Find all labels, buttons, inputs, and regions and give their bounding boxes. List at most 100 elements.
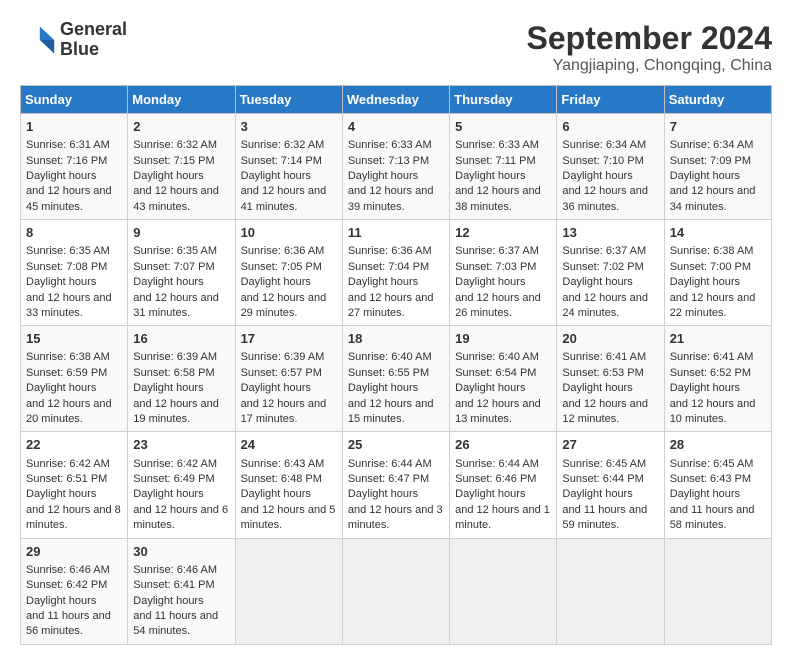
- sunrise-text: Sunrise: 6:36 AM: [348, 245, 432, 257]
- day-number: 30: [133, 543, 229, 561]
- calendar-cell: 1 Sunrise: 6:31 AM Sunset: 7:16 PM Dayli…: [21, 114, 128, 220]
- sunrise-text: Sunrise: 6:44 AM: [455, 458, 539, 470]
- daylight-label: Daylight hours: [562, 276, 632, 288]
- calendar-cell: 21 Sunrise: 6:41 AM Sunset: 6:52 PM Dayl…: [664, 326, 771, 432]
- calendar-cell: 18 Sunrise: 6:40 AM Sunset: 6:55 PM Dayl…: [342, 326, 449, 432]
- calendar-cell: 27 Sunrise: 6:45 AM Sunset: 6:44 PM Dayl…: [557, 432, 664, 538]
- day-number: 6: [562, 118, 658, 136]
- sunset-text: Sunset: 7:16 PM: [26, 155, 107, 167]
- day-number: 4: [348, 118, 444, 136]
- sunset-text: Sunset: 7:09 PM: [670, 155, 751, 167]
- sunrise-text: Sunrise: 6:35 AM: [26, 245, 110, 257]
- sunset-text: Sunset: 7:14 PM: [241, 155, 322, 167]
- calendar-cell: [664, 538, 771, 644]
- day-number: 11: [348, 224, 444, 242]
- daylight-duration: and 12 hours and 20 minutes.: [26, 398, 112, 425]
- calendar-week-row: 22 Sunrise: 6:42 AM Sunset: 6:51 PM Dayl…: [21, 432, 772, 538]
- daylight-duration: and 12 hours and 26 minutes.: [455, 292, 541, 319]
- day-number: 1: [26, 118, 122, 136]
- daylight-duration: and 11 hours and 59 minutes.: [562, 504, 647, 531]
- sunrise-text: Sunrise: 6:39 AM: [241, 351, 325, 363]
- day-number: 28: [670, 436, 766, 454]
- calendar-cell: 22 Sunrise: 6:42 AM Sunset: 6:51 PM Dayl…: [21, 432, 128, 538]
- calendar-cell: 26 Sunrise: 6:44 AM Sunset: 6:46 PM Dayl…: [450, 432, 557, 538]
- sunrise-text: Sunrise: 6:45 AM: [670, 458, 754, 470]
- daylight-label: Daylight hours: [26, 170, 96, 182]
- month-title: September 2024: [527, 20, 772, 57]
- calendar-cell: 28 Sunrise: 6:45 AM Sunset: 6:43 PM Dayl…: [664, 432, 771, 538]
- daylight-label: Daylight hours: [133, 170, 203, 182]
- sunset-text: Sunset: 6:57 PM: [241, 367, 322, 379]
- sunset-text: Sunset: 6:43 PM: [670, 473, 751, 485]
- calendar-cell: 9 Sunrise: 6:35 AM Sunset: 7:07 PM Dayli…: [128, 220, 235, 326]
- sunrise-text: Sunrise: 6:36 AM: [241, 245, 325, 257]
- sunrise-text: Sunrise: 6:38 AM: [670, 245, 754, 257]
- daylight-duration: and 12 hours and 1 minute.: [455, 504, 550, 531]
- daylight-duration: and 12 hours and 36 minutes.: [562, 185, 648, 212]
- sunrise-text: Sunrise: 6:37 AM: [455, 245, 539, 257]
- calendar-cell: 24 Sunrise: 6:43 AM Sunset: 6:48 PM Dayl…: [235, 432, 342, 538]
- sunset-text: Sunset: 7:04 PM: [348, 261, 429, 273]
- calendar-week-row: 15 Sunrise: 6:38 AM Sunset: 6:59 PM Dayl…: [21, 326, 772, 432]
- calendar-cell: [557, 538, 664, 644]
- daylight-label: Daylight hours: [133, 276, 203, 288]
- daylight-label: Daylight hours: [26, 595, 96, 607]
- sunrise-text: Sunrise: 6:31 AM: [26, 139, 110, 151]
- daylight-label: Daylight hours: [670, 382, 740, 394]
- sunset-text: Sunset: 6:52 PM: [670, 367, 751, 379]
- daylight-label: Daylight hours: [133, 488, 203, 500]
- sunset-text: Sunset: 6:49 PM: [133, 473, 214, 485]
- calendar-week-row: 29 Sunrise: 6:46 AM Sunset: 6:42 PM Dayl…: [21, 538, 772, 644]
- daylight-duration: and 12 hours and 29 minutes.: [241, 292, 327, 319]
- calendar-cell: 8 Sunrise: 6:35 AM Sunset: 7:08 PM Dayli…: [21, 220, 128, 326]
- daylight-duration: and 12 hours and 24 minutes.: [562, 292, 648, 319]
- sunrise-text: Sunrise: 6:37 AM: [562, 245, 646, 257]
- daylight-label: Daylight hours: [241, 276, 311, 288]
- daylight-duration: and 12 hours and 19 minutes.: [133, 398, 219, 425]
- day-number: 17: [241, 330, 337, 348]
- calendar-cell: 16 Sunrise: 6:39 AM Sunset: 6:58 PM Dayl…: [128, 326, 235, 432]
- daylight-label: Daylight hours: [26, 488, 96, 500]
- calendar-cell: 11 Sunrise: 6:36 AM Sunset: 7:04 PM Dayl…: [342, 220, 449, 326]
- daylight-duration: and 12 hours and 12 minutes.: [562, 398, 648, 425]
- sunset-text: Sunset: 7:05 PM: [241, 261, 322, 273]
- daylight-duration: and 12 hours and 13 minutes.: [455, 398, 541, 425]
- daylight-duration: and 12 hours and 33 minutes.: [26, 292, 112, 319]
- daylight-label: Daylight hours: [348, 170, 418, 182]
- sunrise-text: Sunrise: 6:34 AM: [670, 139, 754, 151]
- calendar-cell: 2 Sunrise: 6:32 AM Sunset: 7:15 PM Dayli…: [128, 114, 235, 220]
- sunset-text: Sunset: 7:07 PM: [133, 261, 214, 273]
- sunrise-text: Sunrise: 6:40 AM: [348, 351, 432, 363]
- sunset-text: Sunset: 7:15 PM: [133, 155, 214, 167]
- sunset-text: Sunset: 6:54 PM: [455, 367, 536, 379]
- sunset-text: Sunset: 7:03 PM: [455, 261, 536, 273]
- sunrise-text: Sunrise: 6:46 AM: [26, 564, 110, 576]
- daylight-label: Daylight hours: [670, 488, 740, 500]
- daylight-label: Daylight hours: [455, 488, 525, 500]
- calendar-cell: 30 Sunrise: 6:46 AM Sunset: 6:41 PM Dayl…: [128, 538, 235, 644]
- day-number: 7: [670, 118, 766, 136]
- calendar-cell: 5 Sunrise: 6:33 AM Sunset: 7:11 PM Dayli…: [450, 114, 557, 220]
- day-number: 29: [26, 543, 122, 561]
- sunset-text: Sunset: 6:41 PM: [133, 579, 214, 591]
- daylight-duration: and 12 hours and 38 minutes.: [455, 185, 541, 212]
- sunrise-text: Sunrise: 6:42 AM: [26, 458, 110, 470]
- calendar-cell: 19 Sunrise: 6:40 AM Sunset: 6:54 PM Dayl…: [450, 326, 557, 432]
- daylight-label: Daylight hours: [455, 276, 525, 288]
- daylight-label: Daylight hours: [348, 382, 418, 394]
- weekday-header-thursday: Thursday: [450, 86, 557, 114]
- weekday-header-tuesday: Tuesday: [235, 86, 342, 114]
- weekday-header-monday: Monday: [128, 86, 235, 114]
- calendar-week-row: 1 Sunrise: 6:31 AM Sunset: 7:16 PM Dayli…: [21, 114, 772, 220]
- logo: General Blue: [20, 20, 127, 60]
- day-number: 26: [455, 436, 551, 454]
- daylight-duration: and 12 hours and 17 minutes.: [241, 398, 327, 425]
- calendar-cell: 17 Sunrise: 6:39 AM Sunset: 6:57 PM Dayl…: [235, 326, 342, 432]
- sunset-text: Sunset: 7:00 PM: [670, 261, 751, 273]
- day-number: 19: [455, 330, 551, 348]
- daylight-duration: and 11 hours and 58 minutes.: [670, 504, 755, 531]
- day-number: 13: [562, 224, 658, 242]
- sunrise-text: Sunrise: 6:43 AM: [241, 458, 325, 470]
- sunrise-text: Sunrise: 6:38 AM: [26, 351, 110, 363]
- sunset-text: Sunset: 6:42 PM: [26, 579, 107, 591]
